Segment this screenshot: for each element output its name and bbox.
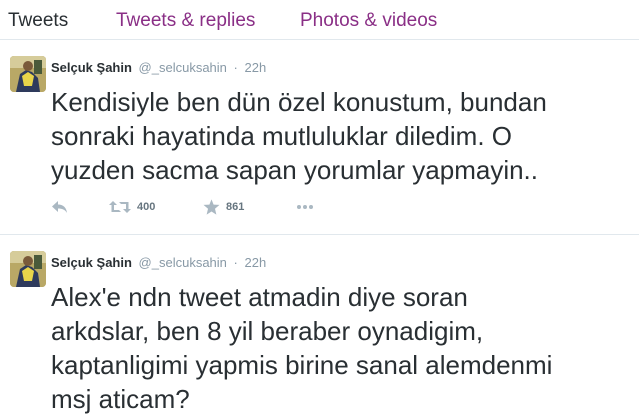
separator-dot: · — [233, 60, 238, 75]
tab-tweets[interactable]: Tweets — [8, 10, 68, 32]
tweet-text-line: sonraki hayatinda mutluluklar diledim. O — [51, 121, 512, 151]
tweet-author-name[interactable]: Selçuk Şahin — [51, 60, 132, 75]
tweet-author-handle[interactable]: @_selcuksahin — [139, 255, 227, 270]
favorite-count: 861 — [226, 201, 245, 213]
separator-dot: · — [233, 255, 238, 270]
retweet-count: 400 — [137, 201, 156, 213]
reply-button[interactable] — [51, 197, 68, 217]
star-icon — [203, 199, 220, 215]
tab-tweets-and-replies[interactable]: Tweets & replies — [116, 10, 255, 32]
tweet-text-line: msj aticam? — [51, 384, 190, 414]
avatar-image — [10, 251, 46, 287]
avatar[interactable] — [10, 251, 46, 287]
tweet-timestamp[interactable]: 22h — [245, 60, 267, 75]
retweet-icon — [109, 201, 131, 213]
tweet-actions: 400 861 — [51, 197, 551, 217]
tweet[interactable]: Selçuk Şahin @_selcuksahin · 22h Kendisi… — [0, 40, 639, 235]
tweet-author-handle[interactable]: @_selcuksahin — [139, 60, 227, 75]
more-button[interactable] — [296, 197, 314, 217]
tweet-text-line: arkdslar, ben 8 yil beraber oynadigim, — [51, 316, 484, 346]
tweet-text-line: kaptanligimi yapmis birine sanal alemden… — [51, 350, 553, 380]
avatar-image — [10, 56, 46, 92]
tweet-text: Alex'e ndn tweet atmadin diye soran arkd… — [51, 280, 631, 416]
tweet-timestamp[interactable]: 22h — [245, 255, 267, 270]
tweet[interactable]: Selçuk Şahin @_selcuksahin · 22h Alex'e … — [0, 235, 639, 419]
favorite-button[interactable]: 861 — [203, 197, 244, 217]
retweet-button[interactable]: 400 — [109, 197, 155, 217]
tab-photos-and-videos[interactable]: Photos & videos — [300, 10, 437, 32]
reply-icon — [52, 201, 67, 213]
tweet-text-line: yuzden sacma sapan yorumlar yapmayin.. — [51, 155, 539, 185]
tweet-text-line: Alex'e ndn tweet atmadin diye soran — [51, 282, 468, 312]
tweet-header: Selçuk Şahin @_selcuksahin · 22h — [51, 60, 266, 76]
more-dots-icon — [297, 205, 313, 209]
tweet-text: Kendisiyle ben dün özel konustum, bundan… — [51, 85, 631, 187]
tweet-text-line: Kendisiyle ben dün özel konustum, bundan — [51, 87, 547, 117]
tweet-header: Selçuk Şahin @_selcuksahin · 22h — [51, 255, 266, 271]
profile-tabs: Tweets Tweets & replies Photos & videos — [0, 0, 639, 40]
avatar[interactable] — [10, 56, 46, 92]
tweet-author-name[interactable]: Selçuk Şahin — [51, 255, 132, 270]
